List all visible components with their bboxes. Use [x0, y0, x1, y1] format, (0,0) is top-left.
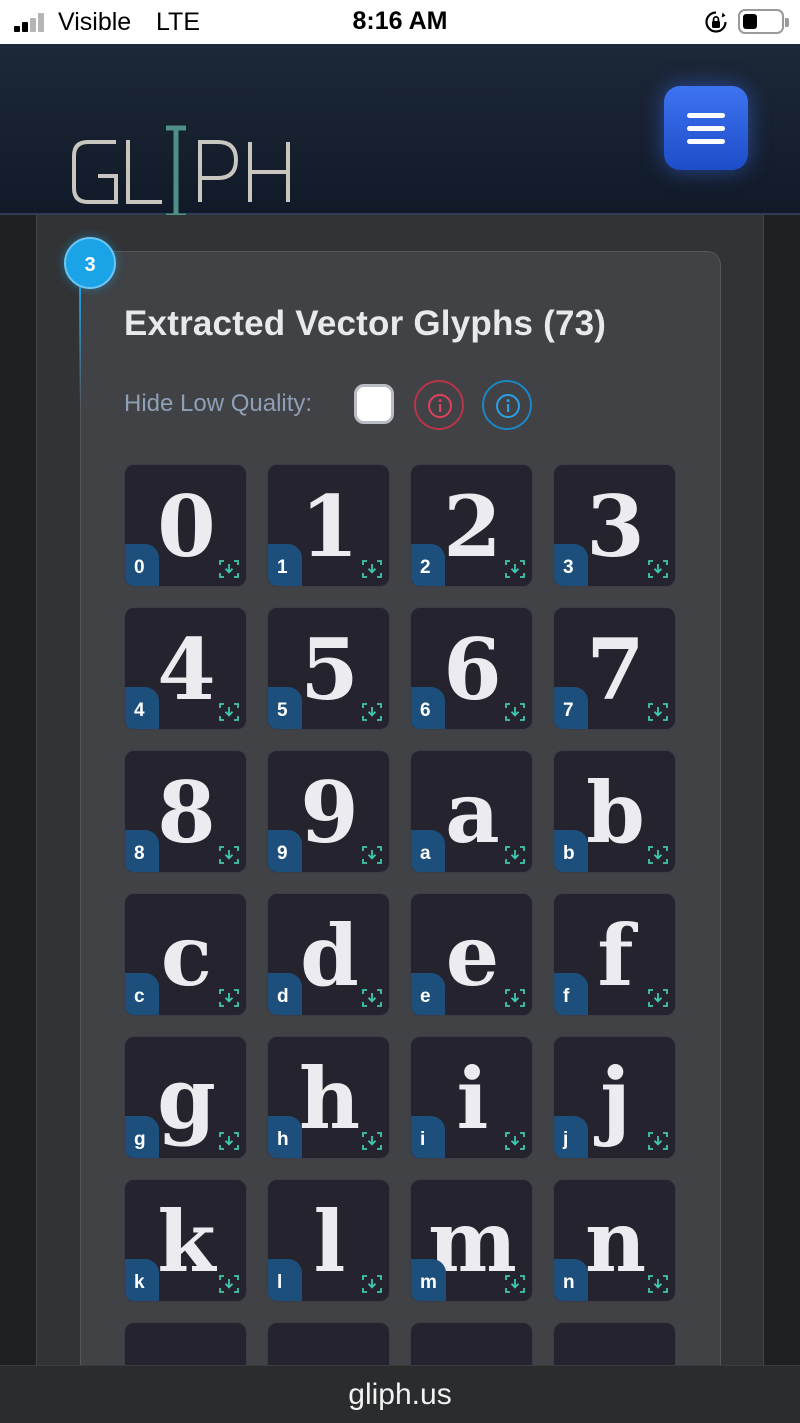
glyph-tile[interactable]: 66	[410, 607, 533, 730]
info-button[interactable]	[482, 380, 532, 430]
status-time: 8:16 AM	[352, 7, 448, 35]
download-glyph-icon[interactable]	[218, 701, 240, 723]
download-glyph-icon[interactable]	[647, 1273, 669, 1295]
glyph-label-badge: g	[125, 1116, 159, 1158]
info-circle-blue-icon	[496, 394, 520, 418]
glyph-tile[interactable]: bb	[553, 750, 676, 873]
battery-icon	[738, 9, 789, 34]
glyph-label-badge: h	[268, 1116, 302, 1158]
glyph-label-badge: a	[411, 830, 445, 872]
glyph-label-badge: 2	[411, 544, 445, 586]
download-glyph-icon[interactable]	[504, 1273, 526, 1295]
glyph-tile[interactable]: jj	[553, 1036, 676, 1159]
glyph-label-badge: d	[268, 973, 302, 1015]
gliph-logo[interactable]	[66, 122, 296, 222]
section-title: Extracted Vector Glyphs (73)	[124, 304, 607, 343]
glyph-label-badge: b	[554, 830, 588, 872]
rotation-lock-icon	[705, 11, 727, 33]
glyph-label-badge: n	[554, 1259, 588, 1301]
download-glyph-icon[interactable]	[647, 987, 669, 1009]
site-header	[0, 44, 800, 219]
hide-low-quality-label: Hide Low Quality:	[124, 390, 313, 417]
glyph-tile[interactable]: 33	[553, 464, 676, 587]
step-connector	[79, 286, 81, 406]
info-circle-red-icon	[428, 394, 452, 418]
glyph-tile[interactable]: 99	[267, 750, 390, 873]
download-glyph-icon[interactable]	[647, 1130, 669, 1152]
glyph-tile[interactable]: 11	[267, 464, 390, 587]
download-glyph-icon[interactable]	[504, 558, 526, 580]
glyph-tile[interactable]: dd	[267, 893, 390, 1016]
glyph-tile[interactable]: 44	[124, 607, 247, 730]
glyph-tile[interactable]: 55	[267, 607, 390, 730]
glyph-tile[interactable]: ff	[553, 893, 676, 1016]
glyph-label-badge: f	[554, 973, 588, 1015]
download-glyph-icon[interactable]	[504, 844, 526, 866]
download-glyph-icon[interactable]	[504, 701, 526, 723]
status-bar: Visible LTE 8:16 AM	[0, 0, 800, 44]
glyph-tile[interactable]: ee	[410, 893, 533, 1016]
download-glyph-icon[interactable]	[647, 844, 669, 866]
download-glyph-icon[interactable]	[361, 987, 383, 1009]
left-gutter	[0, 215, 36, 1365]
download-glyph-icon[interactable]	[361, 558, 383, 580]
menu-button[interactable]	[664, 86, 748, 170]
download-glyph-icon[interactable]	[218, 1273, 240, 1295]
glyph-tile[interactable]: mm	[410, 1179, 533, 1302]
glyph-tile[interactable]: 00	[124, 464, 247, 587]
right-gutter	[764, 215, 800, 1365]
glyph-label-badge: m	[411, 1259, 446, 1301]
url-bar[interactable]: gliph.us	[0, 1365, 800, 1423]
glyph-label-badge: 4	[125, 687, 159, 729]
download-glyph-icon[interactable]	[361, 701, 383, 723]
glyph-tile[interactable]: ll	[267, 1179, 390, 1302]
glyph-tile[interactable]: 88	[124, 750, 247, 873]
download-glyph-icon[interactable]	[218, 1130, 240, 1152]
download-glyph-icon[interactable]	[361, 1130, 383, 1152]
glyph-tile[interactable]: nn	[553, 1179, 676, 1302]
glyph-label-badge: k	[125, 1259, 159, 1301]
download-glyph-icon[interactable]	[218, 987, 240, 1009]
glyph-tile[interactable]: hh	[267, 1036, 390, 1159]
glyph-label-badge: 5	[268, 687, 302, 729]
glyph-label-badge: c	[125, 973, 159, 1015]
glyph-label-badge: i	[411, 1116, 445, 1158]
glyph-label-badge: 0	[125, 544, 159, 586]
download-glyph-icon[interactable]	[361, 1273, 383, 1295]
glyph-label-badge: e	[411, 973, 445, 1015]
glyph-tile[interactable]: gg	[124, 1036, 247, 1159]
glyph-label-badge: 7	[554, 687, 588, 729]
step-badge: 3	[64, 237, 116, 289]
glyph-label-badge: l	[268, 1259, 302, 1301]
glyph-tile[interactable]: 22	[410, 464, 533, 587]
glyph-label-badge: 3	[554, 544, 588, 586]
glyph-tile[interactable]: cc	[124, 893, 247, 1016]
download-glyph-icon[interactable]	[218, 844, 240, 866]
glyph-tile[interactable]: aa	[410, 750, 533, 873]
glyph-tile[interactable]: ii	[410, 1036, 533, 1159]
glyph-label-badge: 8	[125, 830, 159, 872]
download-glyph-icon[interactable]	[647, 558, 669, 580]
glyph-label-badge: 1	[268, 544, 302, 586]
download-glyph-icon[interactable]	[504, 987, 526, 1009]
hide-low-quality-checkbox[interactable]	[354, 384, 394, 424]
glyph-label-badge: 6	[411, 687, 445, 729]
download-glyph-icon[interactable]	[218, 558, 240, 580]
glyph-label-badge: j	[554, 1116, 588, 1158]
glyph-tile[interactable]: 77	[553, 607, 676, 730]
download-glyph-icon[interactable]	[647, 701, 669, 723]
download-glyph-icon[interactable]	[361, 844, 383, 866]
low-quality-info-button[interactable]	[414, 380, 464, 430]
glyph-tile[interactable]: kk	[124, 1179, 247, 1302]
download-glyph-icon[interactable]	[504, 1130, 526, 1152]
glyph-label-badge: 9	[268, 830, 302, 872]
